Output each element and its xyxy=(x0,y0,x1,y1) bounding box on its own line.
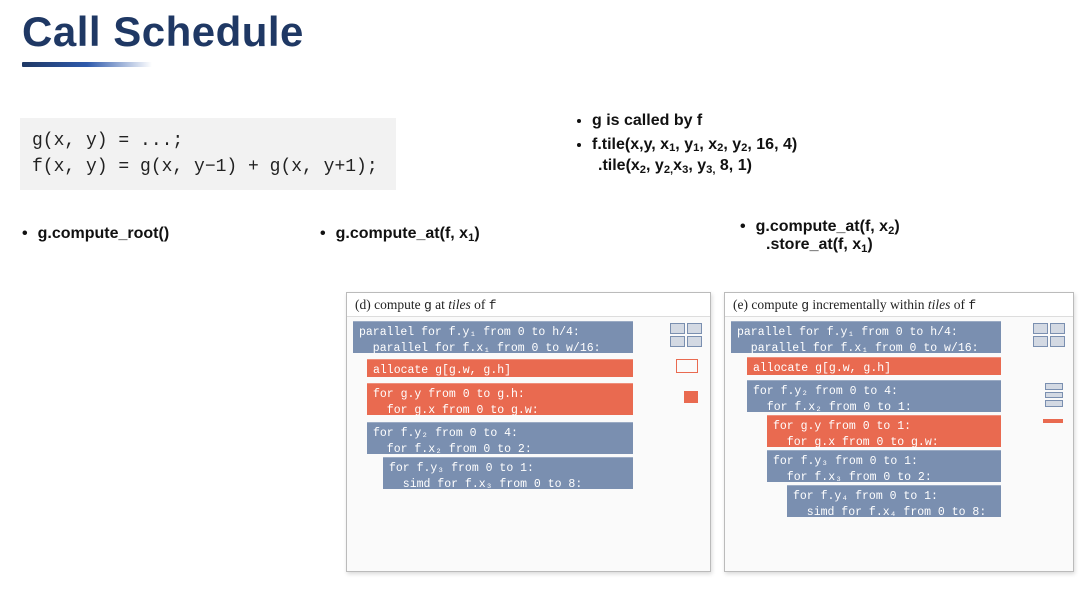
note-2-line2: .tile(x2, y2,x3, y3, 8, 1) xyxy=(598,155,797,177)
panel-e-allocate: allocate g[g.w, g.h] xyxy=(747,357,1001,375)
bullet-compute-at-x2: g.compute_at(f, x2) .store_at(f, x1) xyxy=(740,218,900,254)
panel-d-header: (d) compute g at tiles of f xyxy=(347,293,710,317)
panel-e-g-icon xyxy=(1043,419,1063,423)
panel-d-f-y3: for f.y₃ from 0 to 1: simd for f.x₃ from… xyxy=(383,457,633,489)
panel-d-allocate: allocate g[g.w, g.h] xyxy=(367,359,633,377)
panel-e-f-icon xyxy=(1045,383,1063,407)
panel-e-header: (e) compute g incrementally within tiles… xyxy=(725,293,1073,317)
page-title: Call Schedule xyxy=(22,8,304,56)
panel-d-body: parallel for f.y₁ from 0 to h/4: paralle… xyxy=(347,317,710,571)
title-underline xyxy=(22,62,152,67)
notes: g is called by f f.tile(x,y, x1, y1, x2,… xyxy=(570,110,797,179)
panel-e-g-loop: for g.y from 0 to 1: for g.x from 0 to g… xyxy=(767,415,1001,447)
panel-e: (e) compute g incrementally within tiles… xyxy=(724,292,1074,572)
panel-e-tile-icon xyxy=(1033,323,1065,347)
note-2-line1: f.tile(x,y, x1, y1, x2, y2, 16, 4) xyxy=(592,136,797,153)
bullet-compute-root: g.compute_root() xyxy=(22,225,169,243)
panel-d-tile-icon xyxy=(670,323,702,347)
panel-d-g-loop: for g.y from 0 to g.h: for g.x from 0 to… xyxy=(367,383,633,415)
panel-d-f-y2: for f.y₂ from 0 to 4: for f.x₂ from 0 to… xyxy=(367,422,633,454)
panel-e-f-y3: for f.y₃ from 0 to 1: for f.x₃ from 0 to… xyxy=(767,450,1001,482)
panel-d-g-icon xyxy=(684,391,698,403)
panel-e-f-y2: for f.y₂ from 0 to 4: for f.x₂ from 0 to… xyxy=(747,380,1001,412)
panel-e-loop-outer: parallel for f.y₁ from 0 to h/4: paralle… xyxy=(731,321,1001,353)
note-2: f.tile(x,y, x1, y1, x2, y2, 16, 4) .tile… xyxy=(592,134,797,177)
panel-e-body: parallel for f.y₁ from 0 to h/4: paralle… xyxy=(725,317,1073,571)
panel-d-alloc-icon xyxy=(676,359,698,373)
panel-d: (d) compute g at tiles of f parallel for… xyxy=(346,292,711,572)
note-1: g is called by f xyxy=(592,110,797,132)
code-block: g(x, y) = ...; f(x, y) = g(x, y−1) + g(x… xyxy=(20,118,396,190)
panel-e-f-y4: for f.y₄ from 0 to 1: simd for f.x₄ from… xyxy=(787,485,1001,517)
bullet-store-at: .store_at(f, x1) xyxy=(766,236,900,254)
panel-d-loop-outer: parallel for f.y₁ from 0 to h/4: paralle… xyxy=(353,321,633,353)
bullet-compute-at-x1: g.compute_at(f, x1) xyxy=(320,225,480,243)
